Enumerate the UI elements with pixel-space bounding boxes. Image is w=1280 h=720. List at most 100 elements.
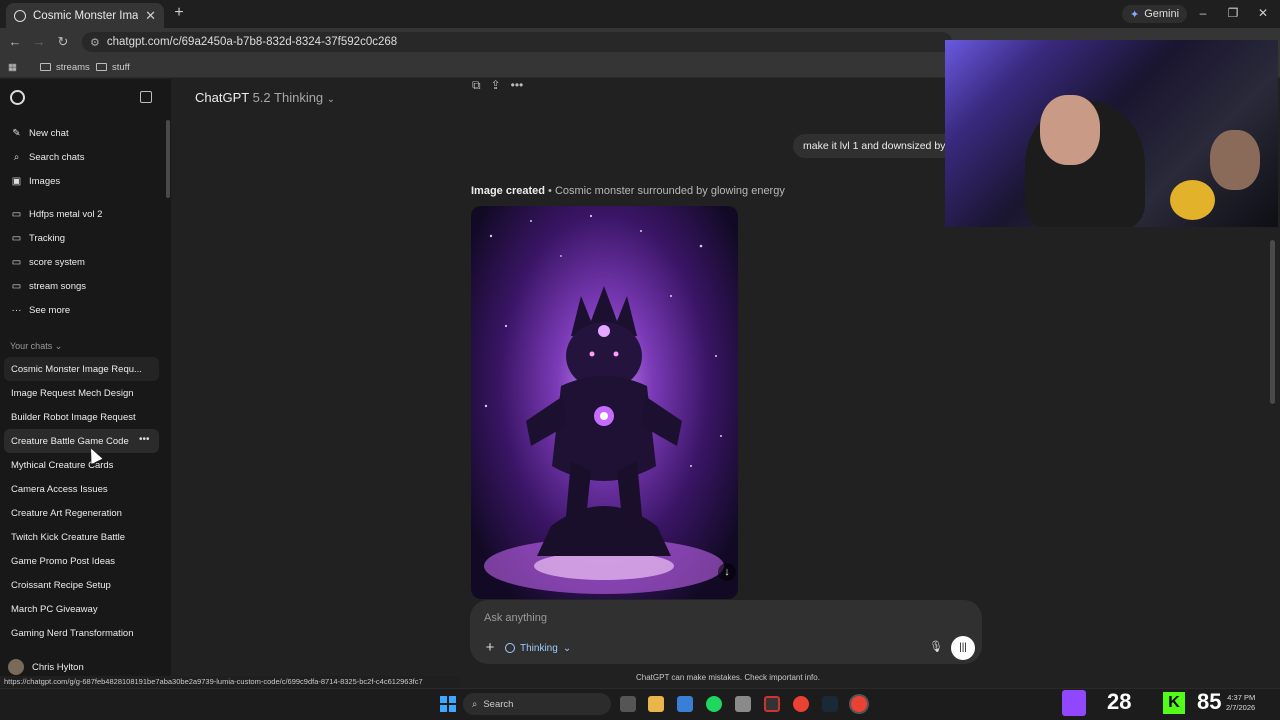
address-bar[interactable]: ⚙ chatgpt.com/c/69a2450a-b7b8-832d-8324-… bbox=[82, 32, 952, 52]
gemini-sparkle-icon: ✦ bbox=[1130, 8, 1140, 21]
close-window-icon[interactable]: ✕ bbox=[1253, 4, 1273, 22]
more-icon[interactable]: ••• bbox=[511, 78, 524, 93]
chat-item[interactable]: Image Request Mech Design bbox=[0, 381, 165, 405]
twitch-viewer-count: 28 bbox=[1107, 689, 1132, 714]
chat-item[interactable]: Builder Robot Image Request bbox=[0, 405, 165, 429]
chat-title: Gaming Nerd Transformation bbox=[11, 627, 134, 639]
windows-taskbar bbox=[0, 688, 1280, 720]
new-chat-button[interactable]: ✎ New chat bbox=[0, 121, 165, 145]
close-tab-icon[interactable]: ✕ bbox=[145, 8, 156, 24]
bookmark-stuff[interactable]: stuff bbox=[96, 60, 130, 74]
main-scrollbar[interactable] bbox=[1270, 240, 1275, 404]
search-icon: ⌕ bbox=[472, 698, 478, 710]
sidebar-item-label: New chat bbox=[29, 127, 69, 139]
project-hdfps-metal-vol-2[interactable]: ▭ Hdfps metal vol 2 bbox=[0, 202, 165, 226]
more-icon: ··· bbox=[11, 304, 22, 316]
project-tracking[interactable]: ▭ Tracking bbox=[0, 226, 165, 250]
folder-icon: ▭ bbox=[11, 280, 22, 292]
sidebar-item-label: Search chats bbox=[29, 151, 85, 163]
chrome-icon[interactable] bbox=[793, 696, 809, 712]
taskbar-search[interactable]: ⌕ Search bbox=[463, 693, 611, 715]
chat-title: Image Request Mech Design bbox=[11, 387, 134, 399]
copy-icon[interactable]: ⧉ bbox=[472, 78, 481, 93]
images-button[interactable]: ▣ Images bbox=[0, 169, 165, 193]
reload-icon[interactable]: ↻ bbox=[54, 33, 72, 51]
sidebar-item-label: Hdfps metal vol 2 bbox=[29, 208, 103, 220]
chat-item[interactable]: Creature Art Regeneration bbox=[0, 501, 165, 525]
voice-mode-button[interactable]: ||| bbox=[951, 636, 975, 660]
your-chats-header[interactable]: Your chats ⌄ bbox=[10, 341, 62, 352]
model-version: 5.2 Thinking bbox=[252, 90, 324, 105]
site-info-icon[interactable]: ⚙ bbox=[90, 36, 100, 49]
folder-icon: ▭ bbox=[11, 232, 22, 244]
chat-title: Twitch Kick Creature Battle bbox=[11, 531, 126, 543]
url-text: chatgpt.com/c/69a2450a-b7b8-832d-8324-37… bbox=[106, 36, 398, 48]
project-stream-songs[interactable]: ▭ stream songs bbox=[0, 274, 165, 298]
sidebar-item-label: See more bbox=[29, 304, 71, 316]
webcam-overlay bbox=[945, 40, 1278, 227]
chat-item[interactable]: Creature Battle Game Code bbox=[4, 429, 159, 453]
thinking-label: Thinking bbox=[520, 642, 558, 654]
forward-icon[interactable]: → bbox=[30, 33, 48, 51]
chat-title: Croissant Recipe Setup bbox=[11, 579, 111, 591]
model-name: ChatGPT bbox=[195, 90, 249, 105]
chat-item[interactable]: Cosmic Monster Image Requ... bbox=[4, 357, 159, 381]
sidebar-scrollbar[interactable] bbox=[166, 120, 170, 198]
back-icon[interactable]: ← bbox=[6, 33, 24, 51]
browser-tab[interactable]: Cosmic Monster Image Request ✕ bbox=[6, 3, 164, 28]
download-icon[interactable]: ↓ bbox=[718, 563, 736, 581]
chat-options-icon[interactable]: ••• bbox=[139, 434, 150, 445]
status-link-preview: https://chatgpt.com/g/g-687feb4828108191… bbox=[0, 676, 460, 688]
chat-title: Cosmic Monster Image Requ... bbox=[11, 363, 142, 375]
second-person bbox=[1210, 130, 1260, 190]
apps-grid-icon[interactable]: ▦ bbox=[8, 60, 17, 74]
gemini-button[interactable]: ✦ Gemini bbox=[1122, 5, 1188, 23]
disclaimer-text: ChatGPT can make mistakes. Check importa… bbox=[636, 673, 820, 682]
sidebar-toggle-icon[interactable] bbox=[140, 91, 152, 103]
sidebar-item-label: Tracking bbox=[29, 232, 66, 244]
section-label: Your chats bbox=[10, 341, 53, 351]
folder-icon: ▭ bbox=[11, 208, 22, 220]
task-view-icon[interactable] bbox=[620, 696, 636, 712]
twitch-icon bbox=[1062, 690, 1086, 716]
folder-icon bbox=[40, 63, 51, 71]
steam-icon[interactable] bbox=[822, 696, 838, 712]
file-explorer-icon[interactable] bbox=[648, 696, 664, 712]
minimize-icon[interactable]: – bbox=[1193, 4, 1213, 22]
chat-item[interactable]: Game Promo Post Ideas bbox=[0, 549, 165, 573]
windows-start-icon[interactable] bbox=[440, 696, 456, 712]
generated-image[interactable] bbox=[471, 206, 738, 599]
spotify-icon[interactable] bbox=[706, 696, 722, 712]
new-tab-button[interactable]: + bbox=[170, 4, 188, 22]
share-icon[interactable]: ⇪ bbox=[491, 78, 501, 93]
add-attachment-icon[interactable]: + bbox=[482, 640, 498, 656]
chat-item[interactable]: Camera Access Issues bbox=[0, 477, 165, 501]
maximize-icon[interactable]: ❐ bbox=[1223, 4, 1243, 22]
chat-item[interactable]: March PC Giveaway bbox=[0, 597, 165, 621]
project-score-system[interactable]: ▭ score system bbox=[0, 250, 165, 274]
chatgpt-favicon-icon bbox=[14, 9, 26, 22]
thinking-mode-pill[interactable]: Thinking ⌄ bbox=[505, 640, 571, 656]
model-selector[interactable]: ChatGPT 5.2 Thinking ⌄ bbox=[195, 90, 335, 105]
bookmark-label: stuff bbox=[112, 61, 130, 73]
gemini-label: Gemini bbox=[1144, 8, 1180, 20]
microphone-icon[interactable]: 🎙 bbox=[929, 640, 943, 656]
search-chats-button[interactable]: ⌕ Search chats bbox=[0, 145, 165, 169]
chrome-active-icon[interactable] bbox=[851, 696, 867, 712]
search-icon: ⌕ bbox=[13, 151, 20, 163]
hud-icon[interactable] bbox=[735, 696, 751, 712]
fx-icon[interactable] bbox=[764, 696, 780, 712]
prompt-input[interactable] bbox=[484, 610, 884, 626]
chat-item[interactable]: Croissant Recipe Setup bbox=[0, 573, 165, 597]
bookmark-streams[interactable]: streams bbox=[40, 60, 90, 74]
chat-item[interactable]: Mythical Creature Cards bbox=[0, 453, 165, 477]
chat-item[interactable]: Gaming Nerd Transformation bbox=[0, 621, 165, 645]
openai-logo-icon[interactable] bbox=[10, 90, 25, 105]
clock-date: 2/7/2026 bbox=[1226, 703, 1256, 712]
see-more-button[interactable]: ··· See more bbox=[0, 298, 165, 322]
kick-viewer-count: 85 bbox=[1197, 689, 1222, 714]
chat-item[interactable]: Twitch Kick Creature Battle bbox=[0, 525, 165, 549]
system-clock[interactable]: 4:37 PM 2/7/2026 bbox=[1226, 693, 1255, 713]
notepad-icon[interactable] bbox=[677, 696, 693, 712]
folder-icon bbox=[96, 63, 107, 71]
